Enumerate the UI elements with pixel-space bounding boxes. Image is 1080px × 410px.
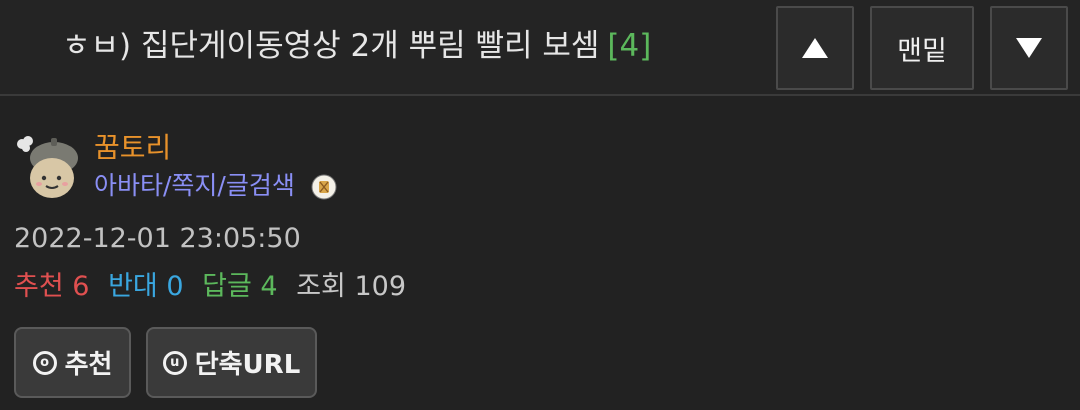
- scroll-down-button[interactable]: [990, 6, 1068, 90]
- recommend-circle-icon: o: [32, 350, 57, 375]
- post-title: ㅎㅂ) 집단게이동영상 2개 뿌림 빨리 보셈 [4]: [62, 24, 651, 68]
- short-url-circle-icon: u: [162, 350, 187, 375]
- acorn-avatar-icon: [17, 136, 78, 198]
- author-links: 아바타/쪽지/글검색: [94, 170, 337, 202]
- reply-stat: 답글 4: [202, 271, 277, 302]
- recommend-button-label: 추천: [64, 350, 113, 380]
- author-block: 꿈토리 아바타/쪽지/글검색: [14, 132, 414, 208]
- scroll-bottom-button[interactable]: 맨밑: [870, 6, 974, 90]
- reply-count: [4]: [607, 28, 652, 64]
- post-datetime: 2022-12-01 23:05:50: [14, 223, 301, 254]
- oppose-value: 0: [166, 271, 184, 302]
- recommend-button[interactable]: o 추천: [14, 327, 131, 398]
- oppose-label: 반대: [108, 271, 158, 302]
- recommend-label: 추천: [14, 271, 64, 302]
- level-badge-icon: [311, 174, 337, 200]
- author-nickname[interactable]: 꿈토리: [94, 132, 171, 164]
- recommend-value: 6: [72, 271, 90, 302]
- up-triangle-icon: [802, 38, 828, 58]
- post-title-text: ㅎㅂ) 집단게이동영상 2개 뿌림 빨리 보셈: [62, 28, 600, 64]
- down-triangle-icon: [1016, 38, 1042, 58]
- recommend-stat: 추천 6: [14, 271, 89, 302]
- oppose-stat: 반대 0: [108, 271, 183, 302]
- reply-label: 답글: [202, 271, 252, 302]
- post-header: ㅎㅂ) 집단게이동영상 2개 뿌림 빨리 보셈 [4] 맨밑: [0, 0, 1080, 96]
- author-links-text[interactable]: 아바타/쪽지/글검색: [94, 171, 295, 200]
- view-value: 109: [354, 271, 407, 302]
- view-label: 조회: [296, 271, 346, 302]
- scroll-up-button[interactable]: [776, 6, 854, 90]
- short-url-button[interactable]: u 단축URL: [146, 327, 317, 398]
- post-stats: 추천 6 반대 0 답글 4 조회 109: [14, 270, 416, 304]
- avatar[interactable]: [14, 132, 82, 202]
- reply-value: 4: [260, 271, 278, 302]
- view-stat: 조회 109: [296, 271, 406, 302]
- short-url-button-label: 단축URL: [194, 350, 301, 380]
